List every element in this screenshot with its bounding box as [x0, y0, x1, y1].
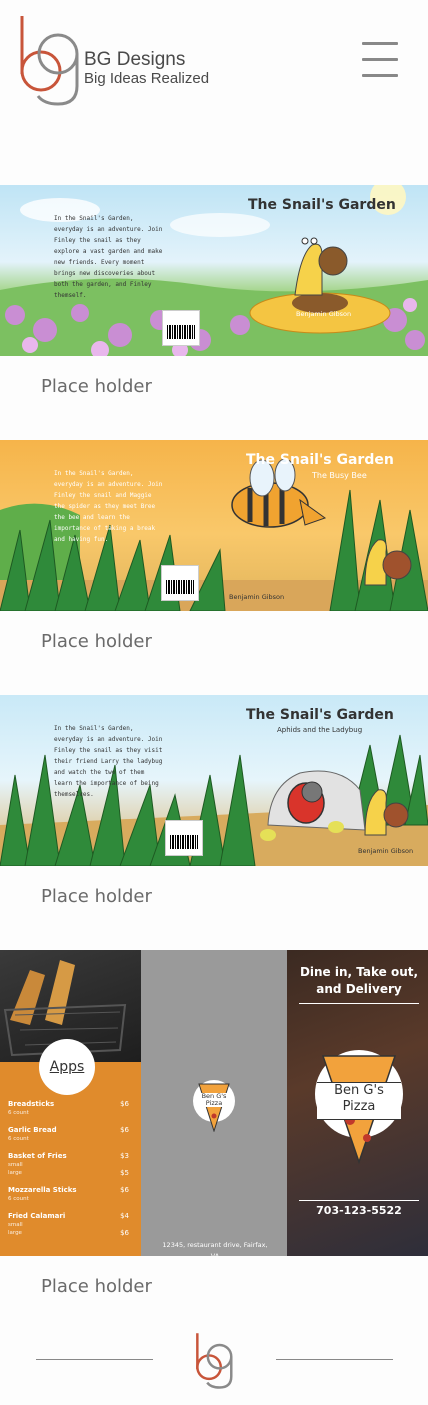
portfolio-caption: Place holder — [41, 886, 152, 907]
book-author: Benjamin Gibson — [358, 847, 414, 855]
delivery-slogan: Dine in, Take out, and Delivery — [299, 965, 419, 996]
pizza-logo-large: Ben G's Pizza — [315, 1050, 403, 1165]
site-header: BG Designs Big Ideas Realized — [0, 0, 428, 120]
menu-item-detail: large — [8, 1170, 22, 1176]
menu-item-price: $4 — [120, 1212, 129, 1220]
restaurant-address: 12345, restaurant drive, Fairfax, VA — [162, 1241, 268, 1256]
pizza-logo-large-text: Ben G's Pizza — [317, 1082, 401, 1120]
menu-item-detail: small — [8, 1222, 23, 1228]
menu-item-price: $3 — [120, 1152, 129, 1160]
menu-panel-middle: Ben G's Pizza 12345, restaurant drive, F… — [141, 950, 287, 1256]
portfolio-item-4[interactable]: Apps Breadsticks $6 6 count Garlic Bread $6 6… — [0, 950, 428, 1297]
menu-item-name: Fried Calamari — [8, 1212, 66, 1220]
phone-number: 703-123-5522 — [316, 1204, 402, 1217]
menu-item-price: $6 — [120, 1186, 129, 1194]
menu-item-name: Breadsticks — [8, 1100, 55, 1108]
menu-item-detail: 6 count — [8, 1110, 29, 1116]
barcode-icon — [161, 565, 199, 601]
book-title: The Snail's Garden — [246, 452, 394, 468]
menu-item-detail: small — [8, 1162, 23, 1168]
portfolio-item-1[interactable]: In the Snail's Garden, everyday is an ad… — [0, 185, 428, 397]
book-cover-image[interactable]: In the Snail's Garden, everyday is an ad… — [0, 440, 428, 611]
menu-item-name: Garlic Bread — [8, 1126, 57, 1134]
pizza-menu-image[interactable]: Apps Breadsticks $6 6 count Garlic Bread $6 6… — [0, 950, 428, 1256]
menu-item: Mozzarella Sticks $6 6 count — [8, 1186, 133, 1203]
pizza-logo-small-text: Ben G's Pizza — [196, 1093, 232, 1107]
menu-item-name: Basket of Fries — [8, 1152, 67, 1160]
book-cover-image[interactable]: In the Snail's Garden, everyday is an ad… — [0, 185, 428, 356]
book-blurb: In the Snail's Garden, everyday is an ad… — [54, 470, 163, 543]
menu-item-price: $6 — [120, 1126, 129, 1134]
hamburger-menu-button[interactable] — [356, 38, 402, 82]
portfolio-item-3[interactable]: In the Snail's Garden, everyday is an ad… — [0, 695, 428, 907]
menu-item-price: $6 — [120, 1100, 129, 1108]
menu-item: Fried Calamari $4 small $6 large — [8, 1212, 133, 1237]
hamburger-icon — [362, 42, 398, 45]
portfolio-item-2[interactable]: In the Snail's Garden, everyday is an ad… — [0, 440, 428, 652]
bg-logo-icon[interactable] — [16, 14, 82, 108]
brand-tagline: Big Ideas Realized — [84, 70, 210, 87]
book-subtitle: The Busy Bee — [312, 471, 367, 480]
brand-block: BG Designs Big Ideas Realized — [84, 50, 209, 88]
menu-item: Basket of Fries $3 small $5 large — [8, 1152, 133, 1177]
brand-name: BG Designs — [84, 49, 186, 70]
menu-item-detail: 6 count — [8, 1136, 29, 1142]
book-blurb: In the Snail's Garden, everyday is an ad… — [54, 725, 163, 798]
book-title: The Snail's Garden — [248, 197, 396, 213]
book-cover-image[interactable]: In the Snail's Garden, everyday is an ad… — [0, 695, 428, 866]
portfolio-caption: Place holder — [41, 376, 152, 397]
portfolio-caption: Place holder — [41, 1276, 152, 1297]
footer-logo-icon[interactable] — [193, 1332, 235, 1390]
book-subtitle: Aphids and the Ladybug — [277, 726, 363, 734]
menu-item-list: Breadsticks $6 6 count Garlic Bread $6 6 coun… — [8, 1100, 133, 1246]
footer-divider-left — [36, 1359, 153, 1360]
book-author: Benjamin Gibson — [296, 310, 352, 318]
menu-panel-apps: Apps Breadsticks $6 6 count Garlic Bread $6 6… — [0, 950, 141, 1256]
menu-item-name: Mozzarella Sticks — [8, 1186, 77, 1194]
menu-item-detail: 6 count — [8, 1196, 29, 1202]
footer-divider-right — [276, 1359, 393, 1360]
book-author: Benjamin Gibson — [229, 593, 285, 601]
menu-item-detail: large — [8, 1230, 22, 1236]
book-blurb: In the Snail's Garden, everyday is an ad… — [54, 215, 163, 299]
portfolio-caption: Place holder — [41, 631, 152, 652]
menu-item: Garlic Bread $6 6 count — [8, 1126, 133, 1143]
menu-panel-cover: Dine in, Take out, and Delivery Ben G's … — [287, 950, 428, 1256]
menu-item: Breadsticks $6 6 count — [8, 1100, 133, 1117]
apps-badge: Apps — [39, 1039, 95, 1095]
pizza-logo-small: Ben G's Pizza — [193, 1080, 235, 1132]
barcode-icon — [165, 820, 203, 856]
barcode-icon — [162, 310, 200, 346]
book-title: The Snail's Garden — [246, 707, 394, 723]
